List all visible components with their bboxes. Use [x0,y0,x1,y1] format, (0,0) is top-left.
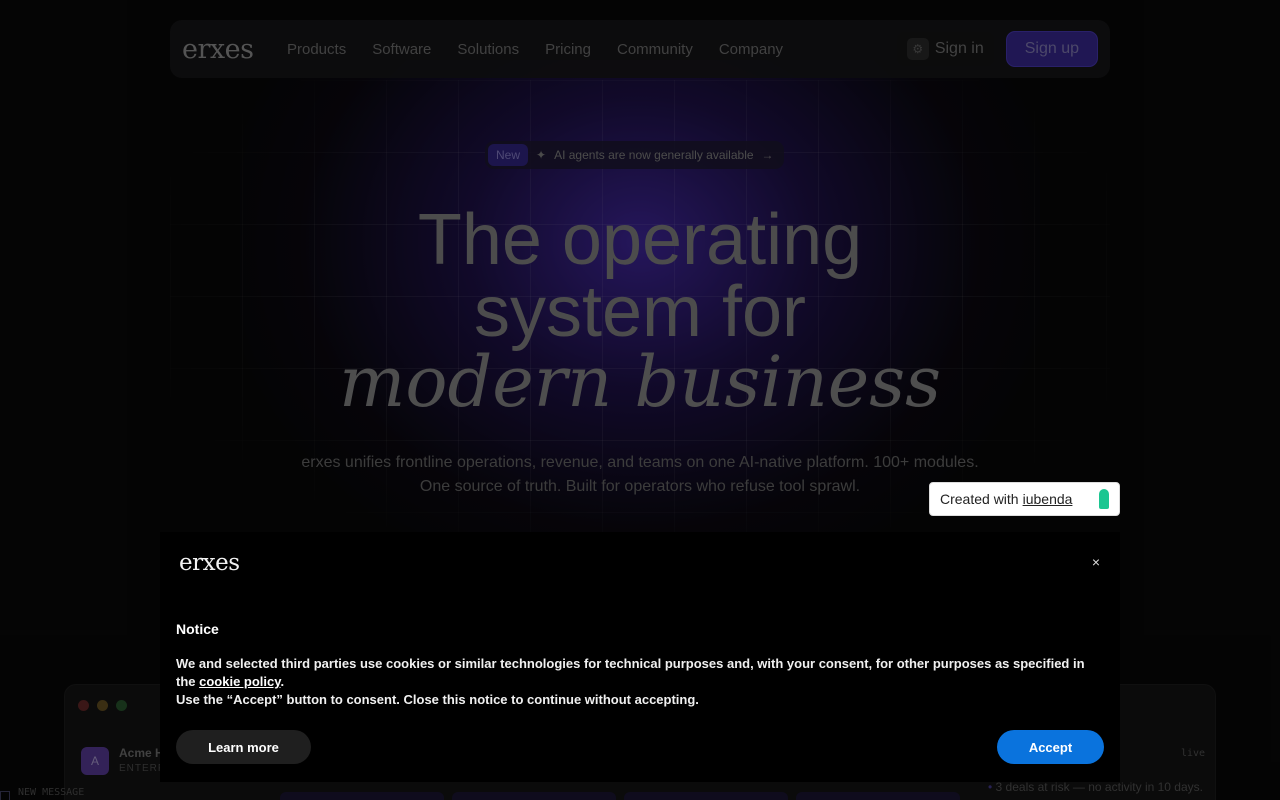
cookie-title: Notice [176,621,219,637]
cookie-text-main: We and selected third parties use cookie… [176,656,1085,689]
close-icon[interactable]: × [1092,554,1100,570]
cookie-banner-logo: erxes [179,550,240,576]
cookie-text-period: . [280,674,285,689]
cookie-policy-link[interactable]: cookie policy [199,674,280,689]
iubenda-prefix: Created with [940,491,1019,507]
accept-button[interactable]: Accept [997,730,1104,764]
learn-more-button[interactable]: Learn more [176,730,311,764]
iubenda-link[interactable]: iubenda [1023,491,1073,507]
iubenda-badge[interactable]: Created with iubenda [929,482,1120,516]
iubenda-icon [1099,489,1109,509]
cookie-text: We and selected third parties use cookie… [176,655,1096,709]
cookie-text-line-2: Use the “Accept” button to consent. Clos… [176,692,699,707]
cookie-banner: erxes × Notice We and selected third par… [160,532,1120,782]
